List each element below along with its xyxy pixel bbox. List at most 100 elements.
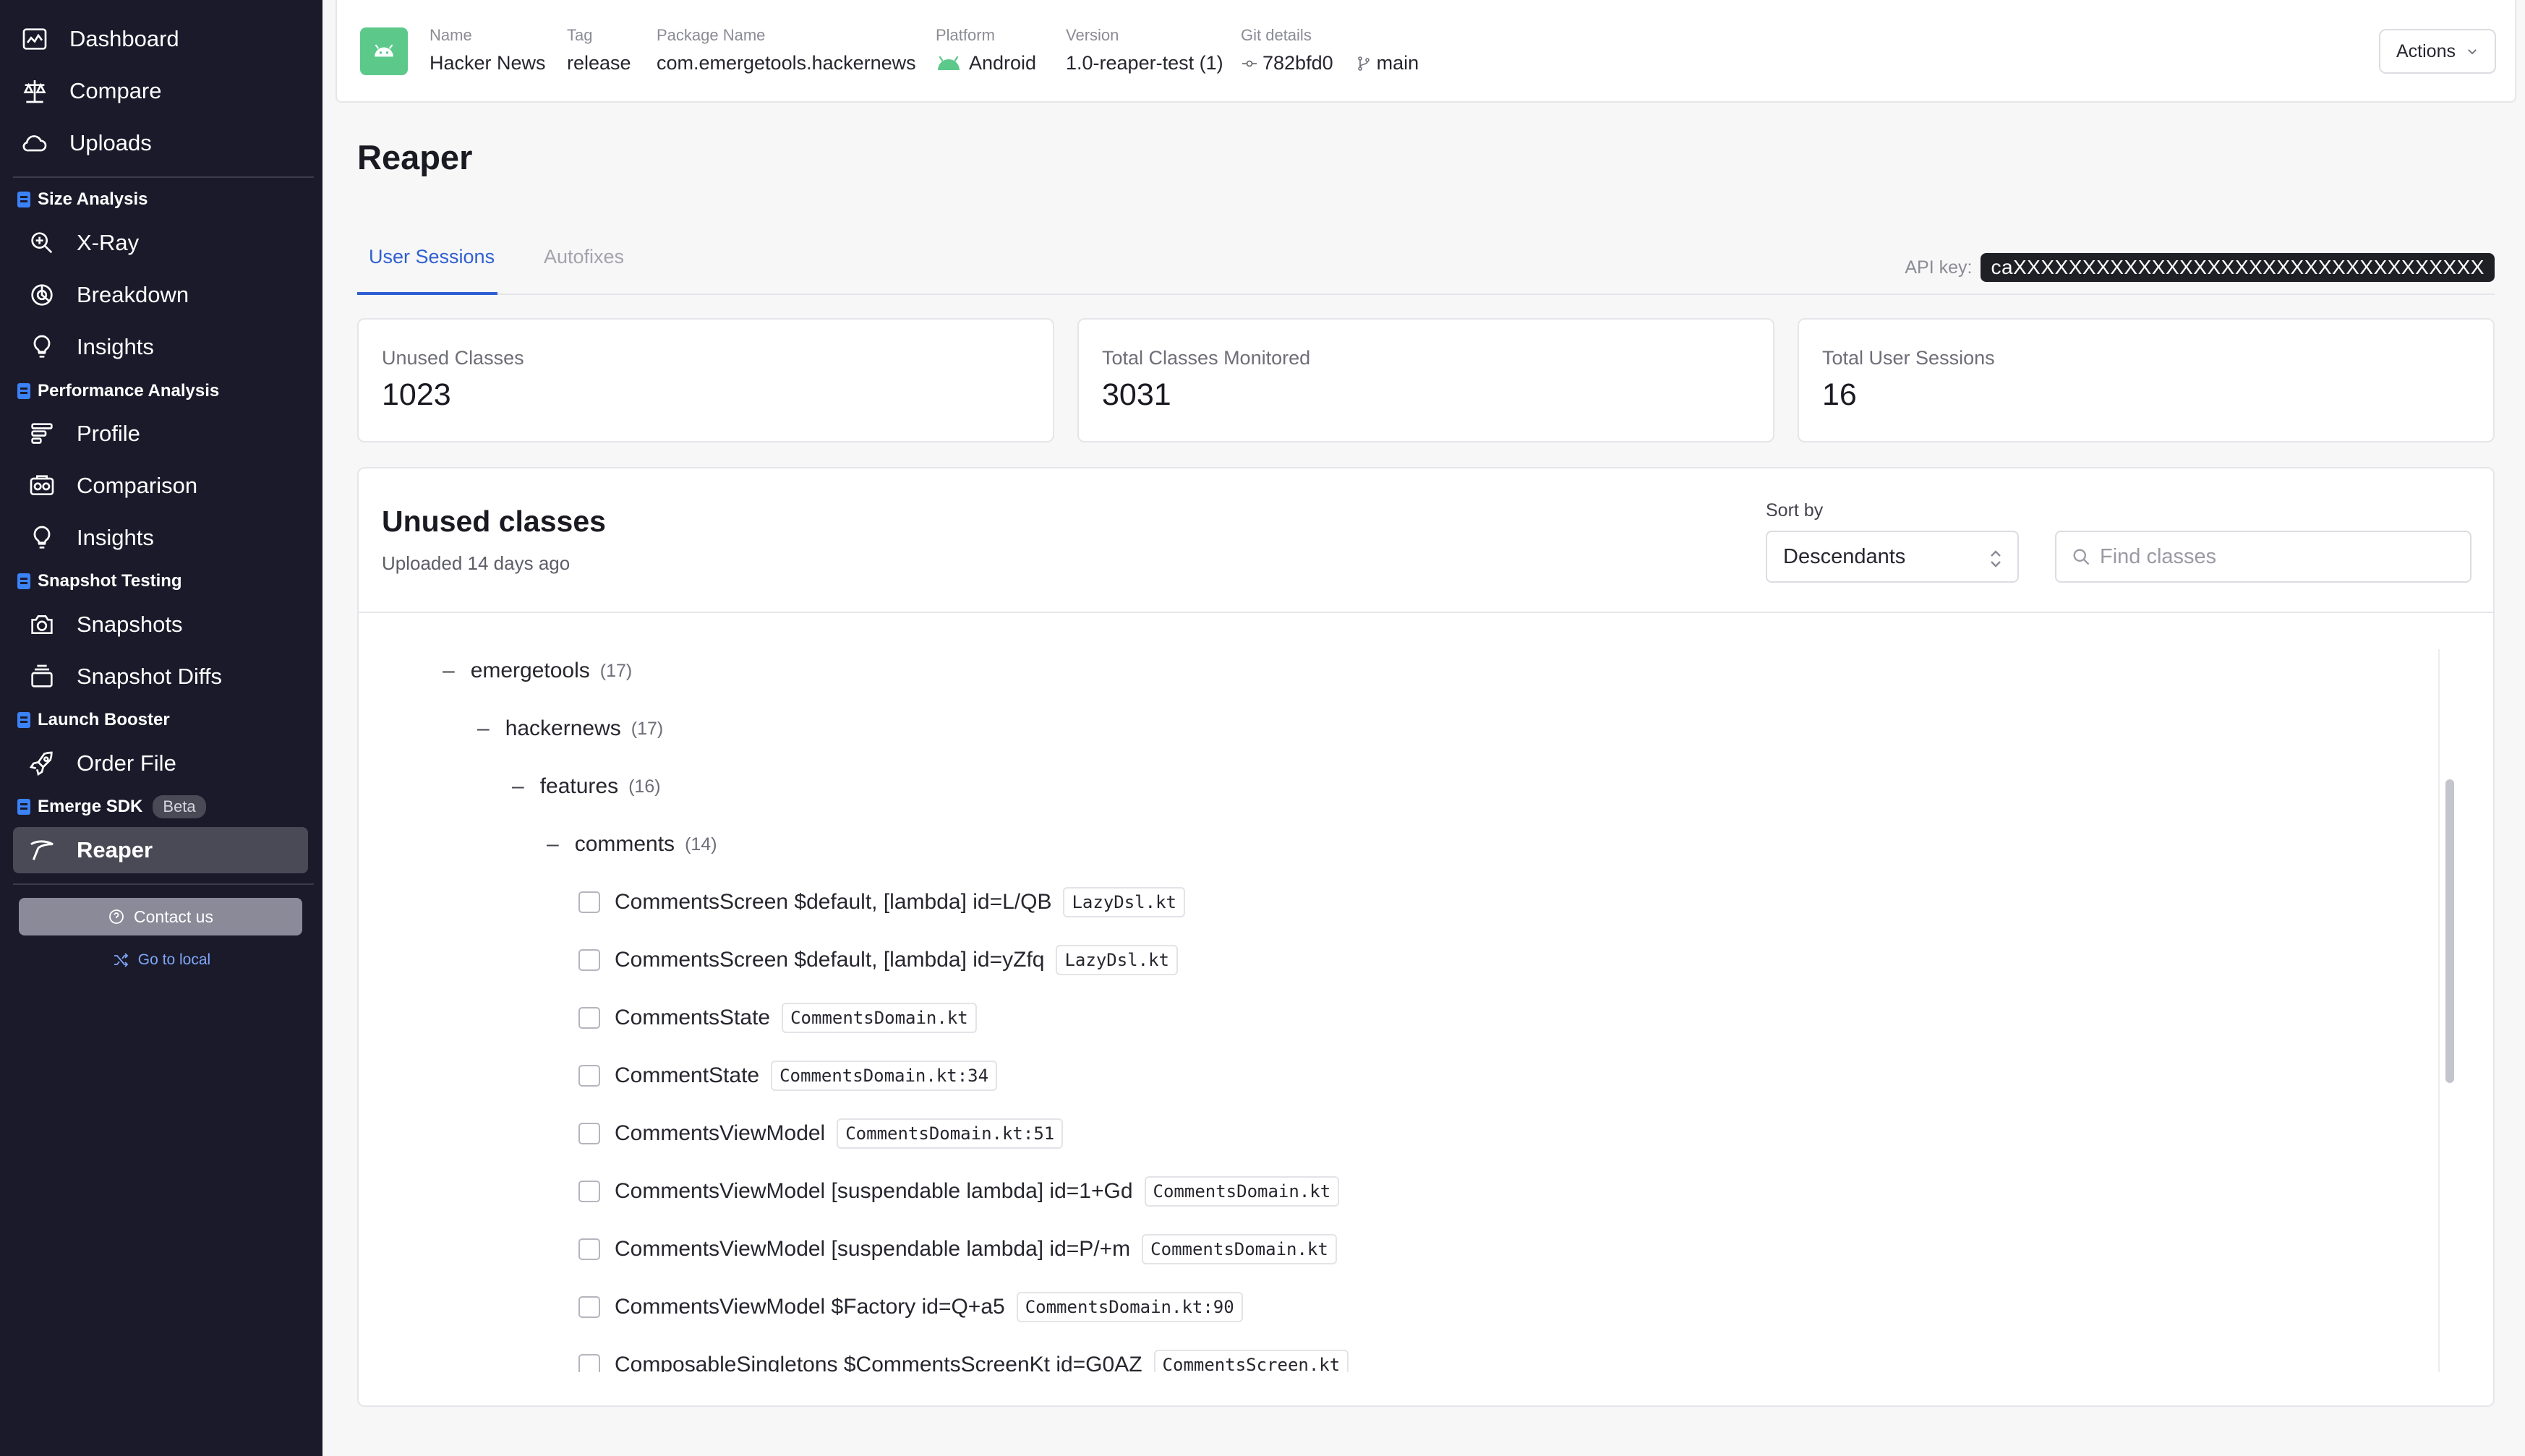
dashboard-icon bbox=[22, 28, 47, 50]
scrollbar-thumb[interactable] bbox=[2445, 779, 2454, 1083]
tree-class-row[interactable]: CommentsState CommentsDomain.kt bbox=[578, 996, 977, 1040]
meta-version: Version 1.0-reaper-test (1) bbox=[1066, 26, 1223, 74]
book-icon bbox=[17, 799, 30, 815]
section-emerge-sdk: Emerge SDK Beta bbox=[17, 794, 206, 820]
tab-autofixes[interactable]: Autofixes bbox=[544, 246, 624, 268]
search-input[interactable] bbox=[2100, 544, 2447, 569]
tree-folder-row[interactable]: – emergetools (17) bbox=[443, 649, 632, 693]
stat-total-sessions: Total User Sessions 16 bbox=[1798, 318, 2495, 442]
tree-class-row[interactable]: CommentsViewModel [suspendable lambda] i… bbox=[578, 1228, 1337, 1271]
sidebar-item-reaper[interactable]: Reaper bbox=[13, 827, 308, 873]
meta-platform: Platform Android bbox=[936, 26, 1037, 74]
class-tree: – emergetools (17) – hackernews (17) – f… bbox=[359, 649, 2441, 1372]
book-icon bbox=[17, 573, 30, 589]
tree-class-row[interactable]: CommentsScreen $default, [lambda] id=L/Q… bbox=[578, 881, 1185, 924]
sidebar-item-label: Insights bbox=[77, 525, 154, 550]
active-tab-indicator bbox=[357, 292, 497, 295]
sidebar-item-label: Breakdown bbox=[77, 282, 189, 307]
beta-badge: Beta bbox=[153, 795, 206, 818]
tree-class-row[interactable]: ComposableSingletons $CommentsScreenKt i… bbox=[578, 1343, 1349, 1372]
search-icon bbox=[2073, 549, 2090, 565]
pie-chart-icon bbox=[31, 284, 53, 306]
sidebar-item-order-file[interactable]: Order File bbox=[27, 743, 176, 784]
tree-folder-row[interactable]: – hackernews (17) bbox=[477, 707, 663, 750]
tree-class-row[interactable]: CommentsViewModel CommentsDomain.kt:51 bbox=[578, 1112, 1064, 1155]
sidebar-item-label: Snapshots bbox=[77, 612, 183, 637]
section-launch-booster: Launch Booster bbox=[17, 707, 170, 733]
sidebar-item-label: Uploads bbox=[69, 130, 152, 155]
git-commit-icon bbox=[1242, 60, 1257, 67]
class-checkbox[interactable] bbox=[578, 1354, 600, 1372]
collapse-icon[interactable]: – bbox=[547, 832, 559, 857]
file-tag: CommentsDomain.kt bbox=[1142, 1234, 1337, 1264]
sidebar-divider bbox=[13, 883, 314, 885]
api-key-value[interactable]: caXXXXXXXXXXXXXXXXXXXXXXXXXXXXXXXXXX bbox=[1981, 253, 2495, 282]
sidebar-item-dashboard[interactable]: Dashboard bbox=[20, 19, 179, 59]
class-checkbox[interactable] bbox=[578, 1181, 600, 1202]
sidebar-item-snapshot-diffs[interactable]: Snapshot Diffs bbox=[27, 656, 222, 697]
page-title: Reaper bbox=[357, 138, 473, 176]
android-icon bbox=[938, 56, 960, 70]
camera-icon bbox=[31, 615, 53, 634]
find-classes-search[interactable] bbox=[2055, 531, 2471, 583]
class-checkbox[interactable] bbox=[578, 1007, 600, 1029]
file-tag: LazyDsl.kt bbox=[1056, 945, 1178, 975]
sort-select[interactable]: Descendants bbox=[1766, 531, 2019, 583]
sidebar-item-xray[interactable]: X-Ray bbox=[27, 223, 139, 263]
unused-classes-panel: Unused classes Uploaded 14 days ago Sort… bbox=[357, 467, 2495, 1407]
git-commit[interactable]: 782bfd0 bbox=[1262, 52, 1333, 74]
stat-total-classes: Total Classes Monitored 3031 bbox=[1077, 318, 1774, 442]
file-tag: LazyDsl.kt bbox=[1063, 887, 1185, 917]
sidebar-item-label: Profile bbox=[77, 421, 140, 446]
sidebar-item-compare[interactable]: Compare bbox=[20, 71, 162, 111]
go-to-local-link[interactable]: Go to local bbox=[0, 948, 322, 972]
contact-us-button[interactable]: Contact us bbox=[19, 898, 302, 935]
tree-class-row[interactable]: CommentState CommentsDomain.kt:34 bbox=[578, 1054, 998, 1097]
sidebar-item-uploads[interactable]: Uploads bbox=[20, 123, 152, 163]
book-icon bbox=[17, 383, 30, 399]
sidebar-item-breakdown[interactable]: Breakdown bbox=[27, 275, 189, 315]
file-tag: CommentsScreen.kt bbox=[1153, 1350, 1349, 1372]
sidebar-item-size-insights[interactable]: Insights bbox=[27, 327, 154, 367]
tree-scrollbar[interactable] bbox=[2438, 649, 2458, 1372]
tree-class-row[interactable]: CommentsViewModel [suspendable lambda] i… bbox=[578, 1170, 1340, 1213]
tree-folder-row[interactable]: – comments (14) bbox=[547, 823, 717, 866]
class-checkbox[interactable] bbox=[578, 1296, 600, 1318]
meta-package: Package Name com.emergetools.hackernews bbox=[657, 26, 916, 74]
sidebar-item-label: Insights bbox=[77, 334, 154, 359]
tree-folder-row[interactable]: – features (16) bbox=[512, 765, 661, 808]
collapse-icon[interactable]: – bbox=[512, 774, 524, 799]
class-checkbox[interactable] bbox=[578, 1123, 600, 1144]
file-tag: CommentsDomain.kt:51 bbox=[837, 1118, 1064, 1149]
tree-class-row[interactable]: CommentsViewModel $Factory id=Q+a5 Comme… bbox=[578, 1285, 1243, 1329]
class-checkbox[interactable] bbox=[578, 949, 600, 971]
class-checkbox[interactable] bbox=[578, 1065, 600, 1087]
tab-user-sessions[interactable]: User Sessions bbox=[369, 246, 495, 268]
file-tag: CommentsDomain.kt:90 bbox=[1016, 1292, 1243, 1322]
sidebar-item-performance-insights[interactable]: Insights bbox=[27, 518, 154, 558]
class-checkbox[interactable] bbox=[578, 891, 600, 913]
sidebar-item-profile[interactable]: Profile bbox=[27, 414, 140, 454]
help-circle-icon bbox=[109, 909, 124, 924]
flame-graph-icon bbox=[31, 423, 53, 444]
sidebar-item-snapshots[interactable]: Snapshots bbox=[27, 604, 183, 645]
sidebar-item-comparison[interactable]: Comparison bbox=[27, 466, 197, 506]
chevron-down-icon bbox=[2468, 49, 2477, 55]
tree-class-row[interactable]: CommentsScreen $default, [lambda] id=yZf… bbox=[578, 938, 1178, 982]
lightbulb-icon bbox=[33, 526, 51, 549]
sidebar-item-label: Snapshot Diffs bbox=[77, 664, 223, 689]
android-icon bbox=[375, 44, 393, 57]
panel-title: Unused classes bbox=[382, 505, 606, 538]
class-checkbox[interactable] bbox=[578, 1238, 600, 1260]
comparison-icon bbox=[30, 475, 54, 495]
collapse-icon[interactable]: – bbox=[443, 659, 455, 683]
actions-dropdown[interactable]: Actions bbox=[2379, 29, 2496, 74]
zoom-icon bbox=[31, 232, 53, 254]
git-branch[interactable]: main bbox=[1377, 52, 1419, 74]
section-size-analysis: Size Analysis bbox=[17, 187, 148, 213]
meta-git: Git details 782bfd0 main bbox=[1241, 26, 1419, 74]
collapse-icon[interactable]: – bbox=[477, 716, 490, 741]
file-tag: CommentsDomain.kt:34 bbox=[771, 1061, 998, 1091]
sidebar-item-label: X-Ray bbox=[77, 230, 140, 255]
meta-tag: Tag release bbox=[567, 26, 631, 74]
